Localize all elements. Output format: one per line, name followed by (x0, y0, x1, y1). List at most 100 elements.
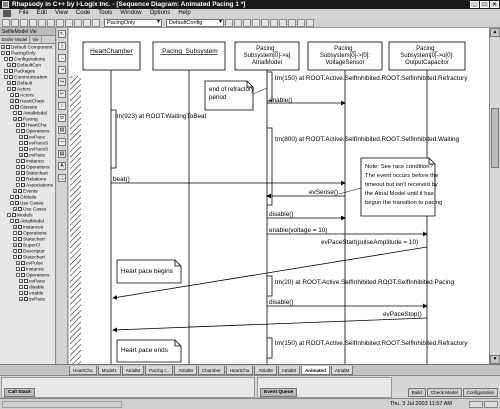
tree-expander-icon[interactable]: + (13, 225, 17, 230)
open-folder-icon[interactable] (11, 18, 19, 27)
tree-expander-icon[interactable]: + (10, 99, 14, 104)
tree-expander-icon[interactable]: + (19, 297, 23, 302)
options-icon[interactable] (306, 18, 314, 27)
scroll-up-arrow-icon[interactable]: ▲ (490, 28, 500, 37)
diagram-tab[interactable]: AtrialM (277, 365, 300, 375)
tree-expander-icon[interactable]: - (13, 249, 17, 254)
diagram-tab[interactable]: HeartCha (225, 365, 254, 375)
tree-expander-icon[interactable]: + (16, 261, 20, 266)
message-tool-icon[interactable]: → (58, 54, 66, 62)
select-tool-icon[interactable]: ↖ (58, 30, 66, 38)
maximize-button[interactable]: □ (480, 1, 489, 8)
make-icon[interactable] (234, 18, 242, 27)
diagram-tab[interactable]: Animated (300, 365, 330, 375)
tree-expander-icon[interactable]: - (16, 123, 20, 128)
tree-expander-icon[interactable]: + (19, 135, 23, 140)
anchor-tool-icon[interactable]: ⚓ (58, 174, 66, 182)
lifeline-header-pacing-subsystem[interactable]: :Pacing_Subsystem (152, 41, 226, 71)
partition-line-tool-icon[interactable]: — (58, 138, 66, 146)
note-heart-pace-ends[interactable]: Heart pace ends (116, 339, 182, 363)
tree-expander-icon[interactable]: - (7, 87, 11, 92)
tree-expander-icon[interactable]: - (16, 273, 20, 278)
lifeline-header-atrialmodel[interactable]: Pacing_ Subsystem[0]->a[ AtrialModel (234, 41, 300, 71)
tree-expander-icon[interactable]: - (4, 57, 8, 62)
undo-icon[interactable] (56, 18, 64, 27)
diagram-tab[interactable]: Pacing I... (145, 365, 174, 375)
new-file-icon[interactable] (2, 18, 10, 27)
tree-expander-icon[interactable]: - (13, 237, 17, 242)
text-tool-icon[interactable]: A (58, 162, 66, 170)
diagram-tab[interactable]: Chamber (197, 365, 225, 375)
generate-code-icon[interactable] (225, 18, 233, 27)
tree-expander-icon[interactable]: - (13, 255, 17, 260)
tree-expander-icon[interactable]: - (16, 267, 20, 272)
tree-expander-icon[interactable]: - (10, 219, 14, 224)
copy-icon[interactable] (38, 18, 46, 27)
menu-edit[interactable]: Edit (33, 9, 51, 18)
tree-expander-icon[interactable]: - (1, 51, 5, 56)
tree-expander-icon[interactable]: - (13, 111, 17, 116)
tree-expander-icon[interactable]: + (7, 63, 11, 68)
note-tool-icon[interactable]: ▤ (58, 150, 66, 158)
project-select[interactable]: PacingOnly (104, 18, 162, 27)
scroll-thumb[interactable] (491, 108, 499, 168)
diagram-tab[interactable]: AtrialM (121, 365, 145, 375)
note-race-condition[interactable]: Note: See race condition? The event occu… (360, 157, 442, 217)
save-icon[interactable] (20, 18, 28, 27)
menu-options[interactable]: Options (146, 9, 175, 18)
tree-expander-icon[interactable]: - (19, 285, 23, 290)
system-border-tool-icon[interactable]: ▥ (58, 126, 66, 134)
menu-code[interactable]: Code (72, 9, 94, 18)
timeout-tool-icon[interactable]: ↪ (58, 78, 66, 86)
menu-file[interactable]: File (15, 9, 33, 18)
scroll-down-arrow-icon[interactable]: ▼ (490, 355, 500, 364)
stop-icon[interactable] (252, 18, 260, 27)
tab-configuration[interactable]: Configuration (462, 388, 498, 397)
cut-icon[interactable] (29, 18, 37, 27)
tree-expander-icon[interactable]: - (4, 69, 8, 74)
browser-icon[interactable] (83, 18, 91, 27)
tree-expander-icon[interactable]: + (19, 153, 23, 158)
minimize-button[interactable]: _ (470, 1, 479, 8)
menu-window[interactable]: Window (116, 9, 145, 18)
tab-build[interactable]: Build (407, 388, 426, 397)
note-heart-pace-begins[interactable]: Heart pace begins (116, 259, 182, 284)
diagram-tab[interactable]: HeartCha (69, 365, 97, 375)
break-icon[interactable] (288, 18, 296, 27)
menu-tools[interactable]: Tools (94, 9, 116, 18)
tree-expander-icon[interactable]: - (7, 213, 11, 218)
tree-expander-icon[interactable]: - (13, 231, 17, 236)
zoom-icon[interactable] (92, 18, 100, 27)
diagram-vertical-scrollbar[interactable]: ▲ ▼ (489, 28, 500, 364)
tree-expander-icon[interactable]: + (13, 117, 17, 122)
tree-expander-icon[interactable]: - (4, 75, 8, 80)
menu-help[interactable]: Help (174, 9, 194, 18)
go-icon[interactable] (279, 18, 287, 27)
instance-line-tool-icon[interactable]: | (58, 42, 66, 50)
tree-expander-icon[interactable]: - (16, 177, 20, 182)
tree-expander-icon[interactable]: + (19, 279, 23, 284)
diagram-tab[interactable]: AtrialM (330, 365, 354, 375)
tab-check-model[interactable]: Check Model (426, 388, 462, 397)
print-icon[interactable] (65, 18, 73, 27)
configuration-select[interactable]: DefaultConfig (166, 18, 224, 27)
tree-expander-icon[interactable]: + (16, 171, 20, 176)
tree-expander-icon[interactable]: - (19, 147, 23, 152)
animation-icon[interactable] (261, 18, 269, 27)
sequence-diagram-canvas[interactable]: HeartChamber :Pacing_Subsystem Pacing_ S… (69, 28, 489, 364)
tab-event-queue[interactable]: Event Queue (260, 388, 298, 397)
tree-expander-icon[interactable]: + (7, 81, 11, 86)
tree-expander-icon[interactable]: - (16, 129, 20, 134)
lifeline-header-heartchamber[interactable]: HeartChamber (82, 41, 141, 71)
step-icon[interactable] (270, 18, 278, 27)
cancel-timeout-tool-icon[interactable]: ↩ (58, 90, 66, 98)
tree-expander-icon[interactable]: - (16, 159, 20, 164)
lifeline-header-voltagesensor[interactable]: Pacing_ Subsystem[0]->[0]: VoltageSensor (307, 41, 383, 71)
tree-expander-icon[interactable]: - (10, 93, 14, 98)
tree-expander-icon[interactable]: + (13, 207, 17, 212)
tab-call-stack[interactable]: Call Stack (4, 388, 35, 397)
tab-entire-model[interactable]: Entire Model (0, 36, 31, 43)
diagram-tab[interactable]: AtrialM (254, 365, 277, 375)
tree-expander-icon[interactable]: - (19, 141, 23, 146)
watch-icon[interactable] (297, 18, 305, 27)
